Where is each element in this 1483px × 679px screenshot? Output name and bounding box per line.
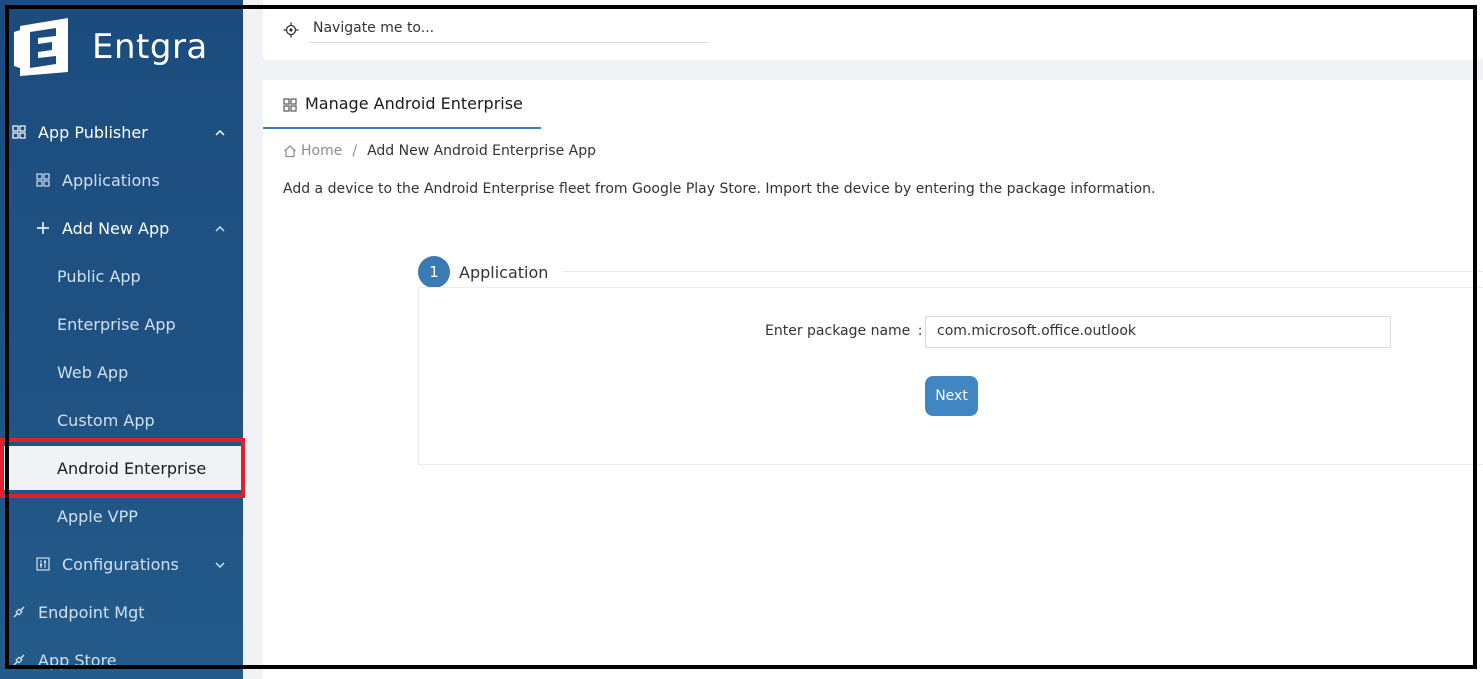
sidebar-item-public-app[interactable]: Public App (0, 254, 243, 298)
page-description: Add a device to the Android Enterprise f… (283, 181, 1156, 197)
package-name-input[interactable]: com.microsoft.office.outlook (925, 316, 1391, 348)
sidebar-item-label: Configurations (62, 554, 179, 574)
sidebar-item-label: App Publisher (38, 122, 148, 142)
sidebar-item-label: Custom App (57, 410, 155, 430)
tab-label: Manage Android Enterprise (305, 94, 523, 113)
package-name-label-text: Enter package name (765, 323, 911, 339)
locate-icon (283, 22, 299, 38)
sidebar-item-applications[interactable]: Applications (0, 158, 243, 202)
chevron-down-icon (215, 557, 225, 571)
top-bar: Navigate me to... (263, 0, 1483, 60)
sidebar-item-label: Applications (62, 170, 160, 190)
sidebar-item-custom-app[interactable]: Custom App (0, 398, 243, 442)
sidebar-item-web-app[interactable]: Web App (0, 350, 243, 394)
sliders-icon (34, 555, 52, 573)
link-icon (10, 651, 28, 669)
link-icon (10, 603, 28, 621)
sidebar-item-label: Enterprise App (57, 314, 176, 334)
sidebar-item-app-publisher[interactable]: App Publisher (0, 110, 243, 154)
main-content: Manage Android Enterprise Home / Add New… (263, 80, 1483, 679)
brand-logo[interactable]: Entgra (12, 16, 208, 78)
breadcrumb-home[interactable]: Home (283, 143, 342, 159)
application-form-panel: Enter package name : com.microsoft.offic… (418, 287, 1483, 465)
sidebar-item-app-store[interactable]: App Store (0, 638, 243, 679)
label-colon: : (917, 323, 923, 339)
package-name-label: Enter package name : (765, 323, 922, 339)
brand-name: Entgra (92, 27, 208, 67)
sidebar-item-endpoint-mgt[interactable]: Endpoint Mgt (0, 590, 243, 634)
sidebar: Entgra App Publisher Applications Add Ne… (0, 0, 243, 679)
breadcrumb: Home / Add New Android Enterprise App (283, 143, 596, 159)
plus-icon (34, 219, 52, 237)
step-title: Application (459, 262, 549, 282)
sidebar-item-label: Add New App (62, 218, 170, 238)
breadcrumb-home-label: Home (301, 143, 343, 159)
breadcrumb-current: Add New Android Enterprise App (367, 143, 596, 159)
step-indicator: 1 Application (418, 256, 548, 288)
sidebar-item-label: Web App (57, 362, 129, 382)
chevron-up-icon (215, 221, 225, 235)
tab-manage-android-enterprise[interactable]: Manage Android Enterprise (263, 80, 541, 129)
sidebar-item-label: Endpoint Mgt (38, 602, 145, 622)
sidebar-item-label: Apple VPP (57, 506, 138, 526)
sidebar-item-label: App Store (38, 650, 117, 670)
next-button[interactable]: Next (925, 376, 978, 416)
sidebar-item-android-enterprise[interactable]: Android Enterprise (0, 446, 243, 490)
step-number: 1 (418, 256, 450, 288)
home-icon (284, 145, 296, 158)
sidebar-item-label: Public App (57, 266, 141, 286)
entgra-logo-icon (14, 18, 68, 76)
grid-icon (34, 171, 52, 189)
breadcrumb-separator: / (352, 143, 358, 159)
chevron-up-icon (215, 125, 225, 139)
sidebar-item-apple-vpp[interactable]: Apple VPP (0, 494, 243, 538)
sidebar-item-label: Android Enterprise (57, 458, 207, 478)
grid-icon (283, 97, 297, 112)
sidebar-item-add-new-app[interactable]: Add New App (0, 206, 243, 250)
navigate-search-input[interactable]: Navigate me to... (309, 16, 709, 43)
step-divider (563, 271, 1483, 272)
sidebar-item-enterprise-app[interactable]: Enterprise App (0, 302, 243, 346)
sidebar-item-configurations[interactable]: Configurations (0, 542, 243, 586)
grid-icon (10, 123, 28, 141)
navigate-search[interactable]: Navigate me to... (283, 16, 709, 43)
